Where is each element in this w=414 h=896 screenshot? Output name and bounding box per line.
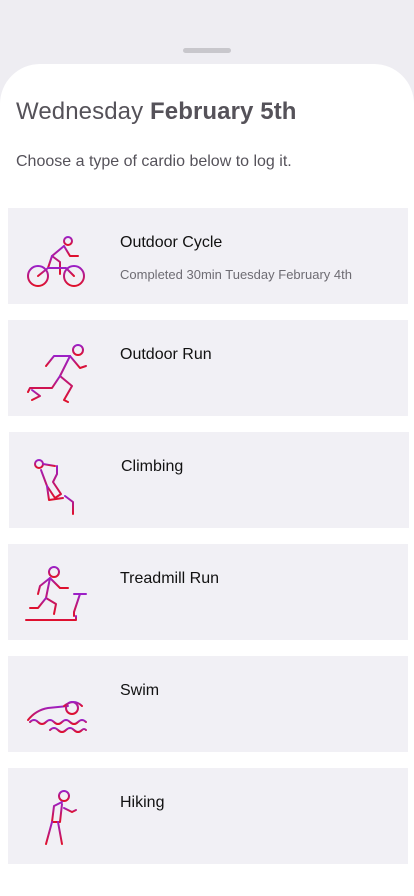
date-label: February 5th — [150, 98, 297, 125]
weekday-label: Wednesday — [16, 98, 144, 125]
activity-name: Swim — [120, 682, 160, 699]
bicycle-icon — [25, 236, 87, 289]
activity-card-swim[interactable]: Swim — [8, 656, 408, 752]
activity-name: Hiking — [120, 794, 165, 811]
hiking-icon — [24, 790, 88, 847]
activity-name: Outdoor Cycle — [120, 234, 223, 251]
activity-name: Climbing — [121, 458, 184, 475]
activity-card-climbing[interactable]: Climbing — [9, 432, 409, 528]
activity-card-treadmill-run[interactable]: Treadmill Run — [8, 544, 408, 640]
page-title: Wednesday February 5th — [16, 98, 297, 126]
climbing-icon — [34, 453, 74, 515]
activity-name: Treadmill Run — [120, 570, 219, 587]
activity-card-hiking[interactable]: Hiking — [8, 768, 408, 864]
activity-card-outdoor-run[interactable]: Outdoor Run — [8, 320, 408, 416]
last-completed-note: Completed 30min Tuesday February 4th — [120, 267, 352, 282]
instructions-text: Choose a type of cardio below to log it. — [16, 153, 292, 170]
swimming-icon — [27, 701, 87, 733]
activity-name: Outdoor Run — [120, 346, 212, 363]
sheet-grabber[interactable] — [183, 48, 231, 53]
running-icon — [27, 344, 87, 403]
activity-card-outdoor-cycle[interactable]: Outdoor Cycle Completed 30min Tuesday Fe… — [8, 208, 408, 304]
treadmill-icon — [25, 566, 87, 621]
